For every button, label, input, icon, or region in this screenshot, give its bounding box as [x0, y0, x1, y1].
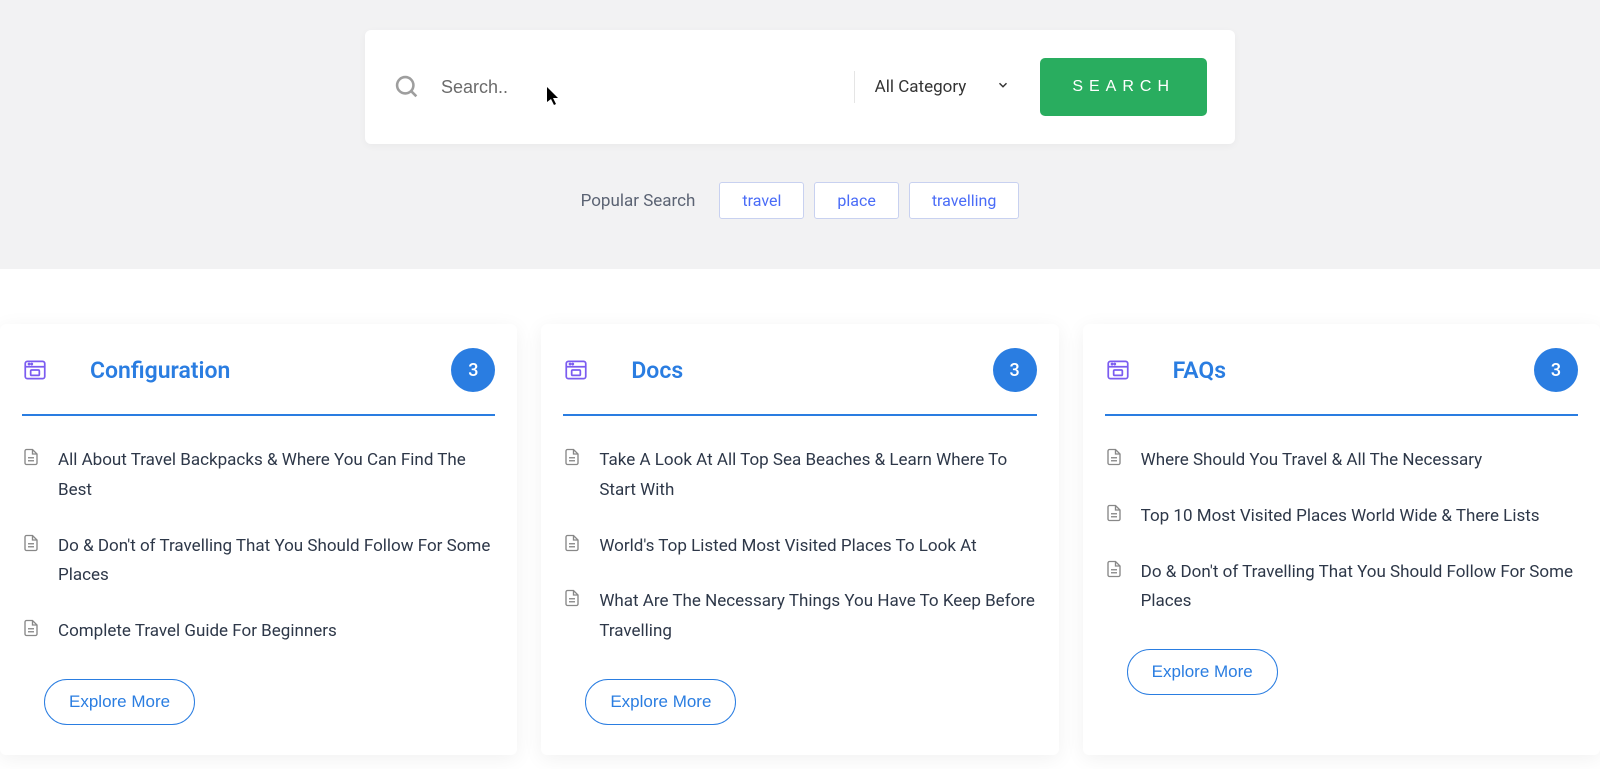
list-item-text: All About Travel Backpacks & Where You C… — [58, 446, 495, 506]
card-header: Docs 3 — [563, 348, 1036, 416]
document-icon — [563, 448, 581, 470]
list-item[interactable]: All About Travel Backpacks & Where You C… — [22, 446, 495, 506]
list-item[interactable]: Complete Travel Guide For Beginners — [22, 617, 495, 647]
card-header: Configuration 3 — [22, 348, 495, 416]
document-icon — [22, 534, 40, 556]
search-icon — [393, 73, 421, 101]
document-icon — [563, 589, 581, 611]
category-select[interactable]: All Category — [875, 77, 1021, 97]
chevron-down-icon — [996, 77, 1010, 97]
window-icon — [1105, 357, 1131, 383]
card-count-badge: 3 — [451, 348, 495, 392]
explore-more-button[interactable]: Explore More — [1127, 649, 1278, 695]
list-item-text: Do & Don't of Travelling That You Should… — [1141, 558, 1578, 618]
popular-search-row: Popular Search travel place travelling — [0, 182, 1600, 219]
list-item-text: World's Top Listed Most Visited Places T… — [599, 532, 976, 562]
document-icon — [563, 534, 581, 556]
list-item-text: Take A Look At All Top Sea Beaches & Lea… — [599, 446, 1036, 506]
card-title: FAQs — [1173, 357, 1492, 384]
document-icon — [1105, 504, 1123, 526]
document-icon — [1105, 560, 1123, 582]
document-icon — [22, 448, 40, 470]
popular-tag-travel[interactable]: travel — [719, 182, 804, 219]
window-icon — [563, 357, 589, 383]
card-configuration: Configuration 3 All About Travel Backpac… — [0, 324, 517, 755]
list-item-text: What Are The Necessary Things You Have T… — [599, 587, 1036, 647]
list-item[interactable]: World's Top Listed Most Visited Places T… — [563, 532, 1036, 562]
card-title: Docs — [631, 357, 950, 384]
search-input[interactable] — [441, 77, 834, 98]
card-faqs: FAQs 3 Where Should You Travel & All The… — [1083, 324, 1600, 755]
card-count-badge: 3 — [993, 348, 1037, 392]
list-item[interactable]: Where Should You Travel & All The Necess… — [1105, 446, 1578, 476]
document-icon — [22, 619, 40, 641]
list-item[interactable]: Take A Look At All Top Sea Beaches & Lea… — [563, 446, 1036, 506]
list-item-text: Where Should You Travel & All The Necess… — [1141, 446, 1483, 476]
explore-more-button[interactable]: Explore More — [585, 679, 736, 725]
card-header: FAQs 3 — [1105, 348, 1578, 416]
list-item[interactable]: What Are The Necessary Things You Have T… — [563, 587, 1036, 647]
window-icon — [22, 357, 48, 383]
popular-search-label: Popular Search — [581, 191, 696, 211]
list-item[interactable]: Do & Don't of Travelling That You Should… — [22, 532, 495, 592]
divider — [854, 71, 855, 103]
popular-tags: travel place travelling — [719, 182, 1019, 219]
list-item-text: Do & Don't of Travelling That You Should… — [58, 532, 495, 592]
popular-tag-travelling[interactable]: travelling — [909, 182, 1020, 219]
document-icon — [1105, 448, 1123, 470]
card-docs: Docs 3 Take A Look At All Top Sea Beache… — [541, 324, 1058, 755]
explore-more-button[interactable]: Explore More — [44, 679, 195, 725]
list-item-text: Top 10 Most Visited Places World Wide & … — [1141, 502, 1540, 532]
list-item[interactable]: Top 10 Most Visited Places World Wide & … — [1105, 502, 1578, 532]
category-label: All Category — [875, 77, 967, 97]
search-button[interactable]: SEARCH — [1040, 58, 1207, 116]
popular-tag-place[interactable]: place — [814, 182, 898, 219]
card-title: Configuration — [90, 357, 409, 384]
card-count-badge: 3 — [1534, 348, 1578, 392]
list-item[interactable]: Do & Don't of Travelling That You Should… — [1105, 558, 1578, 618]
search-bar: All Category SEARCH — [365, 30, 1235, 144]
list-item-text: Complete Travel Guide For Beginners — [58, 617, 337, 647]
